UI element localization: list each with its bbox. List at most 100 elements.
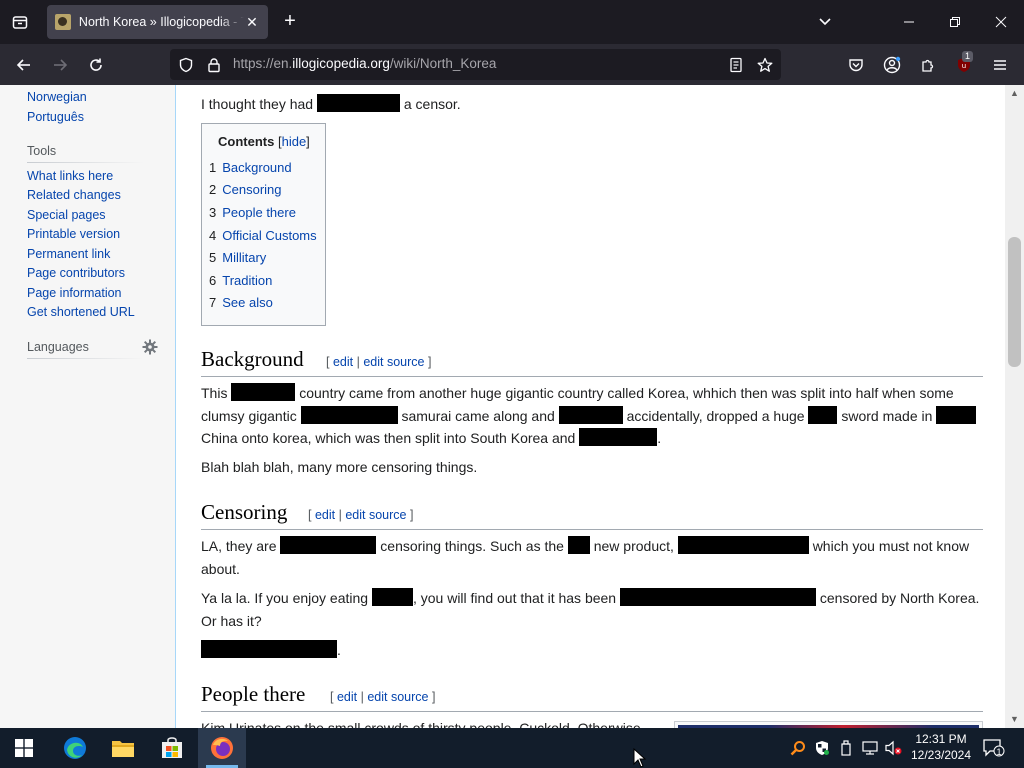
close-window-icon[interactable] xyxy=(989,10,1013,34)
url-text[interactable]: https://en.illogicopedia.org/wiki/North_… xyxy=(233,56,496,71)
lang-link-norwegian[interactable]: Norwegian xyxy=(27,90,87,104)
intro-text-after: a censor. xyxy=(403,96,461,112)
edit-link[interactable]: edit xyxy=(333,355,353,369)
toc-link[interactable]: Tradition xyxy=(222,273,272,288)
sidebar-item-get-shortened-url[interactable]: Get shortened URL xyxy=(27,305,135,319)
toc-link[interactable]: See also xyxy=(222,295,273,310)
url-bar[interactable]: https://en.illogicopedia.org/wiki/North_… xyxy=(170,49,781,80)
scroll-up-arrow-icon[interactable]: ▲ xyxy=(1010,89,1019,98)
article-thumbnail[interactable] xyxy=(674,721,983,728)
shield-icon[interactable] xyxy=(176,55,196,75)
sidebar-item-what-links-here[interactable]: What links here xyxy=(27,169,113,183)
sidebar-item-page-contributors[interactable]: Page contributors xyxy=(27,266,125,280)
firefox-icon[interactable] xyxy=(206,732,238,764)
account-icon[interactable] xyxy=(880,53,904,77)
chevron-down-icon[interactable] xyxy=(817,14,833,30)
search-magnifier-icon[interactable] xyxy=(789,739,807,757)
toc-number: 1 xyxy=(209,160,217,175)
microsoft-store-icon[interactable] xyxy=(156,732,188,764)
gear-icon[interactable] xyxy=(142,339,158,355)
mouse-cursor-icon xyxy=(633,747,647,768)
heading-text: Background xyxy=(201,347,304,371)
active-tab[interactable]: North Korea » Illogicopedia - Th ✕ xyxy=(47,5,268,39)
file-explorer-icon[interactable] xyxy=(107,732,139,764)
redaction-bar xyxy=(280,536,377,554)
separator: | xyxy=(338,508,342,522)
edit-link[interactable]: edit xyxy=(315,508,335,522)
toc-hide-link[interactable]: hide xyxy=(282,134,307,149)
redaction-bar xyxy=(316,94,400,112)
new-tab-icon[interactable]: + xyxy=(280,11,300,33)
security-shield-icon[interactable] xyxy=(813,739,831,757)
text-run: censoring things. Such as the xyxy=(380,538,564,554)
scroll-thumb[interactable] xyxy=(1008,237,1021,367)
toc-link[interactable]: Millitary xyxy=(222,250,266,265)
redaction-bar xyxy=(558,405,623,424)
clock-time: 12:31 PM xyxy=(915,732,967,746)
extensions-icon[interactable] xyxy=(916,53,940,77)
edit-source-link[interactable]: edit source xyxy=(363,355,424,369)
toc-item-censoring[interactable]: 2 Censoring xyxy=(209,182,282,197)
reload-icon[interactable] xyxy=(84,53,108,77)
languages-heading: Languages xyxy=(27,340,89,354)
edit-link[interactable]: edit xyxy=(337,690,357,704)
usb-device-icon[interactable] xyxy=(837,739,855,757)
sidebar-item-related-changes[interactable]: Related changes xyxy=(27,188,121,202)
toc-item-official-customs[interactable]: 4 Official Customs xyxy=(209,228,317,243)
toc-link[interactable]: Background xyxy=(222,160,291,175)
tab-title: North Korea » Illogicopedia - Th xyxy=(78,15,245,29)
reader-view-icon[interactable] xyxy=(726,55,746,75)
tab-bar: North Korea » Illogicopedia - Th ✕ + xyxy=(0,0,1024,44)
url-prefix: https://en. xyxy=(233,56,293,71)
edit-links: [ edit | edit source ] xyxy=(326,355,431,369)
sidebar-item-special-pages[interactable]: Special pages xyxy=(27,208,106,222)
web-page: Norwegian Português Tools What links her… xyxy=(0,85,1024,728)
bookmark-star-icon[interactable] xyxy=(755,55,775,75)
redaction-bar xyxy=(677,536,809,554)
toc-title: Contents [hide] xyxy=(218,134,310,149)
sidebar-item-page-information[interactable]: Page information xyxy=(27,286,122,300)
sidebar-item-permanent-link[interactable]: Permanent link xyxy=(27,247,110,261)
minimize-icon[interactable] xyxy=(897,10,921,34)
redaction-bar xyxy=(231,383,296,401)
windows-taskbar: 12:31 PM 12/23/2024 1 xyxy=(0,728,1024,768)
navigation-toolbar: https://en.illogicopedia.org/wiki/North_… xyxy=(0,44,1024,85)
redaction-bar xyxy=(619,588,816,606)
edit-links: [ edit | edit source ] xyxy=(330,690,435,704)
toc-link[interactable]: People there xyxy=(222,205,296,220)
languages-separator xyxy=(27,358,144,359)
bracket: ] xyxy=(409,508,414,522)
extension-badge: 1 xyxy=(962,51,974,62)
restore-icon[interactable] xyxy=(943,10,967,34)
sidebar-item-printable-version[interactable]: Printable version xyxy=(27,227,120,241)
toc-item-background[interactable]: 1 Background xyxy=(209,160,292,175)
network-icon[interactable] xyxy=(861,739,879,757)
notification-count: 1 xyxy=(996,747,1002,757)
hamburger-menu-icon[interactable] xyxy=(988,53,1012,77)
tab-list-icon[interactable] xyxy=(8,10,32,34)
back-arrow-icon[interactable] xyxy=(12,53,36,77)
edge-browser-icon[interactable] xyxy=(59,732,91,764)
clock-date: 12/23/2024 xyxy=(910,748,972,762)
background-paragraph-1: This country came from another huge giga… xyxy=(201,382,985,450)
toc-number: 4 xyxy=(209,228,217,243)
toc-link[interactable]: Official Customs xyxy=(222,228,316,243)
scroll-down-arrow-icon[interactable]: ▼ xyxy=(1010,715,1019,724)
text-run: China onto korea, which was then split i… xyxy=(201,430,576,446)
system-clock[interactable]: 12:31 PM 12/23/2024 xyxy=(906,731,976,763)
lock-icon[interactable] xyxy=(204,55,224,75)
volume-muted-icon[interactable] xyxy=(885,739,903,757)
edit-source-link[interactable]: edit source xyxy=(367,690,428,704)
edit-source-link[interactable]: edit source xyxy=(345,508,406,522)
page-scrollbar[interactable]: ▲ ▼ xyxy=(1005,85,1024,728)
toc-item-tradition[interactable]: 6 Tradition xyxy=(209,273,272,288)
pocket-icon[interactable] xyxy=(844,53,868,77)
toc-link[interactable]: Censoring xyxy=(222,182,281,197)
url-path: /wiki/North_Korea xyxy=(389,56,497,71)
toc-item-millitary[interactable]: 5 Millitary xyxy=(209,250,266,265)
close-tab-icon[interactable]: ✕ xyxy=(244,14,260,31)
toc-item-people-there[interactable]: 3 People there xyxy=(209,205,296,220)
toc-item-see-also[interactable]: 7 See also xyxy=(209,295,273,310)
lang-link-portugues[interactable]: Português xyxy=(27,110,84,124)
windows-start-icon[interactable] xyxy=(8,732,40,764)
